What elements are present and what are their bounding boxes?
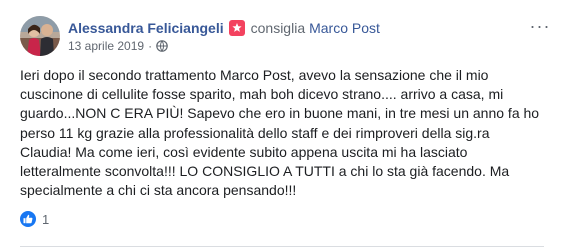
page-name-link[interactable]: Marco Post — [309, 19, 380, 37]
recommend-action-text: consiglia — [250, 20, 306, 36]
author-avatar[interactable] — [20, 16, 60, 56]
post-meta: 13 aprile 2019 · — [68, 39, 168, 53]
post-header: Alessandra Feliciangeli consiglia Marco … — [68, 19, 380, 37]
recommend-flag-icon — [228, 20, 245, 36]
review-post: Alessandra Feliciangeli consiglia Marco … — [0, 0, 564, 247]
meta-separator: · — [148, 39, 153, 53]
reaction-count: 1 — [42, 211, 50, 227]
avatar-photo — [20, 16, 60, 56]
post-date[interactable]: 13 aprile 2019 — [68, 39, 144, 53]
review-text: Ieri dopo il secondo trattamento Marco P… — [20, 67, 540, 199]
more-options-icon[interactable]: ··· — [528, 14, 552, 38]
reactions-summary[interactable]: 1 — [20, 211, 49, 227]
globe-icon[interactable] — [156, 40, 168, 52]
like-icon — [20, 211, 36, 227]
author-name[interactable]: Alessandra Feliciangeli — [68, 19, 224, 37]
